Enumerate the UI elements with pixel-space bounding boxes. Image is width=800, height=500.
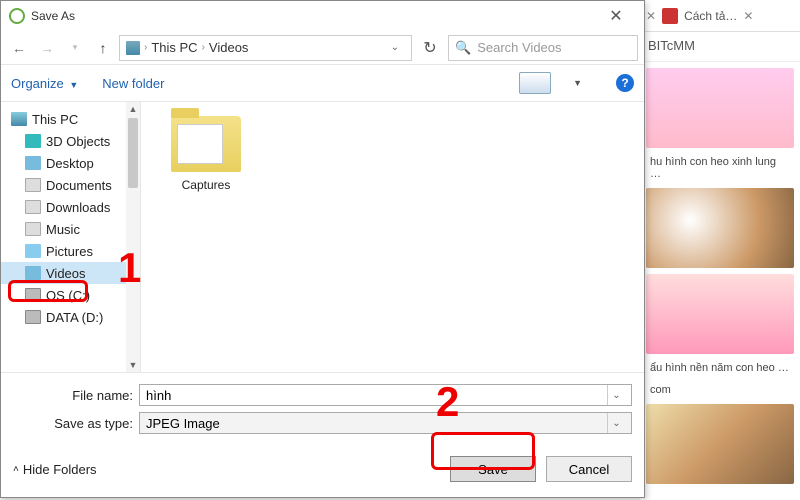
tab-close-icon[interactable]: ✕ — [743, 9, 753, 23]
browser-address-fragment: BITcMM — [640, 32, 800, 62]
chevron-right-icon[interactable]: › — [202, 42, 205, 53]
pc-icon — [126, 41, 140, 55]
breadcrumb-this-pc[interactable]: This PC — [151, 40, 197, 55]
search-input[interactable]: 🔍 Search Videos — [448, 35, 638, 61]
dialog-title: Save As — [31, 9, 596, 23]
tab-close-icon[interactable]: ✕ — [646, 9, 656, 23]
dialog-footer: ˄ Hide Folders Save Cancel — [1, 441, 644, 497]
tree-label: Desktop — [46, 156, 94, 171]
folder-icon — [25, 222, 41, 236]
nav-recent-dropdown-icon[interactable]: ▾ — [63, 36, 87, 60]
tree-label: 3D Objects — [46, 134, 110, 149]
filename-input[interactable]: hình ⌄ — [139, 384, 632, 406]
scroll-up-icon[interactable]: ▲ — [129, 102, 138, 116]
tab-title: Cách tả… — [684, 9, 737, 23]
browser-tab[interactable]: ✕ Cách tả… ✕ — [640, 0, 800, 32]
tree-3d-objects[interactable]: 3D Objects — [1, 130, 140, 152]
organize-menu[interactable]: Organize ▼ — [11, 76, 78, 91]
hide-folders-toggle[interactable]: ˄ Hide Folders — [13, 462, 97, 477]
address-dropdown-icon[interactable]: ⌄ — [385, 42, 405, 53]
tree-drive-d[interactable]: DATA (D:) — [1, 306, 140, 328]
save-label: Save — [478, 462, 508, 477]
view-dropdown-icon[interactable]: ▼ — [573, 78, 582, 88]
folder-icon — [25, 244, 41, 258]
image-thumb[interactable] — [646, 404, 794, 484]
browser-background: ✕ Cách tả… ✕ BITcMM hu hình con heo xinh… — [640, 0, 800, 500]
titlebar: Save As ✕ — [1, 1, 644, 31]
tree-desktop[interactable]: Desktop — [1, 152, 140, 174]
nav-up-icon[interactable]: ↑ — [91, 36, 115, 60]
tree-scrollbar[interactable]: ▲ ▼ — [126, 102, 140, 372]
tree-label: Music — [46, 222, 80, 237]
folder-icon — [25, 200, 41, 214]
tree-videos[interactable]: Videos — [1, 262, 140, 284]
tree-label: Documents — [46, 178, 112, 193]
new-folder-button[interactable]: New folder — [102, 76, 164, 91]
breadcrumb-folder[interactable]: Videos — [209, 40, 249, 55]
folder-label: Captures — [161, 178, 251, 192]
search-icon: 🔍 — [455, 40, 471, 56]
folder-icon — [171, 116, 241, 172]
hide-folders-label: Hide Folders — [23, 462, 97, 477]
chevron-right-icon[interactable]: › — [144, 42, 147, 53]
toolbar: Organize ▼ New folder ▼ ? — [1, 65, 644, 101]
image-caption: hu hình con heo xinh lung … — [646, 154, 794, 182]
folder-icon — [25, 266, 41, 280]
search-placeholder: Search Videos — [477, 40, 561, 55]
tree-music[interactable]: Music — [1, 218, 140, 240]
organize-label: Organize — [11, 76, 64, 91]
filename-label: File name: — [41, 388, 133, 403]
filetype-value: JPEG Image — [146, 416, 607, 431]
cancel-label: Cancel — [569, 462, 609, 477]
scroll-down-icon[interactable]: ▼ — [129, 358, 138, 372]
view-mode-button[interactable] — [519, 72, 551, 94]
help-icon[interactable]: ? — [616, 74, 634, 92]
folder-icon — [25, 156, 41, 170]
folder-item-captures[interactable]: Captures — [161, 116, 251, 192]
nav-forward-icon: → — [35, 36, 59, 60]
drive-icon — [25, 310, 41, 324]
address-bar[interactable]: › This PC › Videos ⌄ — [119, 35, 412, 61]
tree-label: Videos — [46, 266, 86, 281]
refresh-icon[interactable]: ↻ — [416, 35, 444, 61]
filename-value: hình — [146, 388, 607, 403]
save-as-dialog: Save As ✕ ← → ▾ ↑ › This PC › Videos ⌄ ↻… — [0, 0, 645, 498]
tree-this-pc[interactable]: This PC — [1, 108, 140, 130]
tree-downloads[interactable]: Downloads — [1, 196, 140, 218]
cancel-button[interactable]: Cancel — [546, 456, 632, 482]
tree-label: Pictures — [46, 244, 93, 259]
filetype-dropdown-icon[interactable]: ⌄ — [607, 413, 625, 433]
nav-back-icon[interactable]: ← — [7, 36, 31, 60]
filetype-select[interactable]: JPEG Image ⌄ — [139, 412, 632, 434]
tree-label: This PC — [32, 112, 78, 127]
navbar: ← → ▾ ↑ › This PC › Videos ⌄ ↻ 🔍 Search … — [1, 31, 644, 65]
nav-tree: This PC 3D Objects Desktop Documents Dow… — [1, 102, 141, 372]
scroll-thumb[interactable] — [128, 118, 138, 188]
tree-pictures[interactable]: Pictures — [1, 240, 140, 262]
app-icon — [9, 8, 25, 24]
chevron-down-icon: ▼ — [69, 80, 78, 90]
filename-dropdown-icon[interactable]: ⌄ — [607, 385, 625, 405]
pc-icon — [11, 112, 27, 126]
folder-icon — [25, 134, 41, 148]
save-button[interactable]: Save — [450, 456, 536, 482]
image-caption: ẩu hình nền năm con heo … — [646, 360, 794, 376]
filetype-label: Save as type: — [41, 416, 133, 431]
image-caption: com — [646, 382, 794, 398]
tree-label: OS (C:) — [46, 288, 90, 303]
tree-documents[interactable]: Documents — [1, 174, 140, 196]
save-form: File name: hình ⌄ Save as type: JPEG Ima… — [1, 373, 644, 441]
folder-icon — [25, 178, 41, 192]
image-thumb[interactable] — [646, 68, 794, 148]
folder-content[interactable]: Captures — [141, 102, 644, 372]
tab-favicon — [662, 8, 678, 24]
close-button[interactable]: ✕ — [596, 2, 636, 30]
image-thumb[interactable] — [646, 188, 794, 268]
drive-icon — [25, 288, 41, 302]
tree-label: DATA (D:) — [46, 310, 103, 325]
tree-label: Downloads — [46, 200, 110, 215]
chevron-up-icon: ˄ — [13, 464, 19, 475]
tree-drive-c[interactable]: OS (C:) — [1, 284, 140, 306]
image-thumb[interactable] — [646, 274, 794, 354]
